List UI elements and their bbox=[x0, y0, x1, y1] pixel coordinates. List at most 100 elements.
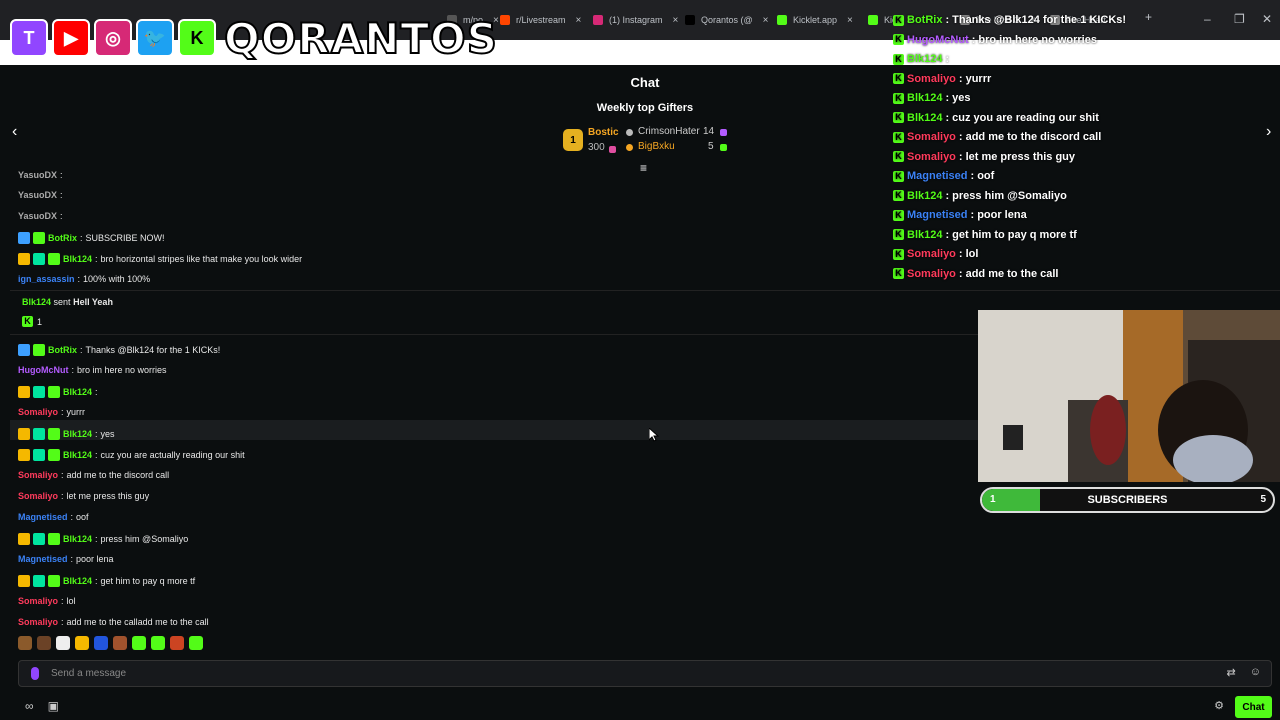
kick-icon: K bbox=[893, 151, 904, 162]
chat-username[interactable]: BotRix bbox=[48, 345, 77, 355]
chat-message[interactable]: Somaliyo: add me to the calladd me to the… bbox=[18, 617, 209, 627]
chat-username[interactable]: Magnetised bbox=[18, 512, 68, 522]
message-input[interactable] bbox=[51, 661, 1201, 686]
chat-username[interactable]: BotRix bbox=[48, 233, 77, 243]
mic-icon[interactable] bbox=[31, 667, 39, 680]
browser-tab[interactable]: Qorantos (@ × bbox=[685, 8, 769, 32]
send-chat-button[interactable]: Chat bbox=[1235, 696, 1272, 718]
separator: : bbox=[958, 150, 963, 163]
chat-message[interactable]: Somaliyo: add me to the discord call bbox=[18, 470, 169, 480]
chat-message[interactable]: HugoMcNut: bro im here no worries bbox=[18, 365, 167, 375]
emote-icon[interactable] bbox=[75, 636, 89, 650]
overlay-text: bro im here no worries bbox=[978, 33, 1097, 46]
gifter-count: 300 bbox=[588, 142, 605, 153]
close-tab-icon[interactable]: × bbox=[673, 15, 679, 26]
chat-message[interactable]: BotRix: SUBSCRIBE NOW! bbox=[18, 232, 165, 244]
chat-log[interactable]: YasuoDX: YasuoDX: YasuoDX: BotRix: SUBSCRIBE… bbox=[0, 170, 980, 658]
browser-tab[interactable]: r/Livestream × bbox=[500, 8, 581, 32]
translate-icon[interactable]: ⇄ bbox=[1227, 666, 1236, 679]
chat-message[interactable]: ign_assassin:100% with 100% bbox=[18, 274, 150, 284]
overlay-chat-message: K Blk124: press him @Somaliyo bbox=[893, 190, 1067, 202]
chat-username[interactable]: YasuoDX bbox=[18, 170, 57, 180]
gifter-name[interactable]: BigBxku bbox=[638, 141, 675, 152]
subscriber-goal-label: SUBSCRIBERS bbox=[1087, 494, 1168, 506]
chat-username[interactable]: YasuoDX bbox=[18, 211, 57, 221]
chat-username[interactable]: Blk124 bbox=[63, 387, 92, 397]
chat-username[interactable]: Blk124 bbox=[63, 429, 92, 439]
chat-message[interactable]: Magnetised: oof bbox=[18, 512, 89, 522]
gifter-name[interactable]: CrimsonHater bbox=[638, 126, 700, 137]
separator: : bbox=[945, 53, 950, 65]
kick-icon: K bbox=[893, 34, 904, 45]
chat-username[interactable]: YasuoDX bbox=[18, 190, 57, 200]
emoji-icon[interactable]: ☺ bbox=[1250, 666, 1261, 679]
chat-username[interactable]: Blk124 bbox=[63, 534, 92, 544]
chat-message[interactable]: YasuoDX: bbox=[18, 190, 66, 200]
first-place-medal-icon: 1 bbox=[563, 129, 583, 151]
chat-username[interactable]: Blk124 bbox=[63, 254, 92, 264]
close-tab-icon[interactable]: × bbox=[576, 15, 582, 26]
emote-icon[interactable] bbox=[56, 636, 70, 650]
crown-badge-icon bbox=[18, 575, 30, 587]
chat-message[interactable]: Magnetised: poor lena bbox=[18, 554, 114, 564]
emote-icon[interactable] bbox=[113, 636, 127, 650]
emote-icon[interactable] bbox=[18, 636, 32, 650]
chat-message[interactable]: Somaliyo: let me press this guy bbox=[18, 491, 149, 501]
kick-reaction[interactable]: K 1 bbox=[22, 316, 42, 327]
mouse-cursor-icon bbox=[649, 428, 659, 442]
chat-message[interactable]: BotRix: Thanks @Blk124 for the 1 KICKs! bbox=[18, 344, 220, 356]
browser-tab[interactable]: (1) Instagram × bbox=[593, 8, 678, 32]
tab-favicon-icon bbox=[777, 15, 787, 25]
subscriber-badge-icon bbox=[33, 253, 45, 265]
close-tab-icon[interactable]: × bbox=[763, 15, 769, 26]
chat-username[interactable]: ign_assassin bbox=[18, 274, 75, 284]
chat-username[interactable]: Somaliyo bbox=[18, 470, 58, 480]
chat-username[interactable]: Blk124 bbox=[63, 576, 92, 586]
kick-reaction-icon: K bbox=[22, 316, 33, 327]
emote-icon[interactable] bbox=[37, 636, 51, 650]
chat-username[interactable]: HugoMcNut bbox=[18, 365, 69, 375]
chat-message[interactable]: YasuoDX: bbox=[18, 170, 66, 180]
chat-username[interactable]: Magnetised bbox=[18, 554, 68, 564]
instagram-icon: ◎ bbox=[94, 19, 132, 57]
gifter-count: 14 bbox=[703, 126, 715, 137]
chat-text: get him to pay q more tf bbox=[100, 576, 196, 586]
gifter-name[interactable]: Bostic bbox=[588, 127, 619, 138]
chat-message[interactable]: Blk124: cuz you are actually reading our … bbox=[18, 449, 245, 461]
chat-username[interactable]: Blk124 bbox=[63, 450, 92, 460]
chat-message[interactable]: Somaliyo: lol bbox=[18, 596, 76, 606]
chat-message[interactable]: Blk124: get him to pay q more tf bbox=[18, 575, 195, 587]
gift-badge-icon bbox=[48, 386, 60, 398]
store-icon[interactable]: ▣ bbox=[48, 699, 59, 713]
overlay-chat-message: K Somaliyo: lol bbox=[893, 248, 978, 260]
emote-icon[interactable] bbox=[170, 636, 184, 650]
chat-message[interactable]: Blk124: yes bbox=[18, 428, 115, 440]
chat-message[interactable]: Blk124: bro horizontal stripes like that … bbox=[18, 253, 302, 265]
chat-message[interactable]: Somaliyo: yurrr bbox=[18, 407, 85, 417]
gear-icon[interactable]: ⚙ bbox=[1214, 699, 1224, 712]
message-input-container[interactable]: ⇄ ☺ bbox=[18, 660, 1272, 687]
chat-username[interactable]: Somaliyo bbox=[18, 596, 58, 606]
infinity-icon[interactable]: ∞ bbox=[25, 699, 34, 713]
overlay-username: HugoMcNut bbox=[907, 33, 969, 46]
chat-username[interactable]: Somaliyo bbox=[18, 491, 58, 501]
chat-message[interactable]: YasuoDX: bbox=[18, 211, 66, 221]
chat-message[interactable]: Blk124: bbox=[18, 386, 101, 398]
kick-icon: K bbox=[893, 131, 904, 143]
overlay-chat-message: K Magnetised: poor lena bbox=[893, 209, 1027, 221]
chat-text: yurrr bbox=[66, 407, 86, 417]
emote-icon[interactable] bbox=[94, 636, 108, 650]
close-tab-icon[interactable]: × bbox=[847, 15, 853, 26]
chat-username[interactable]: Somaliyo bbox=[18, 407, 58, 417]
browser-tab[interactable]: Kicklet.app × bbox=[777, 8, 853, 32]
emote-icon[interactable] bbox=[151, 636, 165, 650]
chat-username[interactable]: Somaliyo bbox=[18, 617, 58, 627]
chat-message[interactable]: Blk124: press him @Somaliyo bbox=[18, 533, 188, 545]
overlay-text: add me to the discord call bbox=[965, 131, 1102, 143]
chevron-left-icon[interactable]: ‹ bbox=[12, 123, 17, 141]
subscriber-goal-bar: 1 SUBSCRIBERS 5 bbox=[980, 487, 1275, 513]
crown-badge-icon bbox=[18, 533, 30, 545]
emote-icon[interactable] bbox=[189, 636, 203, 650]
emote-bar[interactable] bbox=[18, 636, 203, 650]
emote-icon[interactable] bbox=[132, 636, 146, 650]
